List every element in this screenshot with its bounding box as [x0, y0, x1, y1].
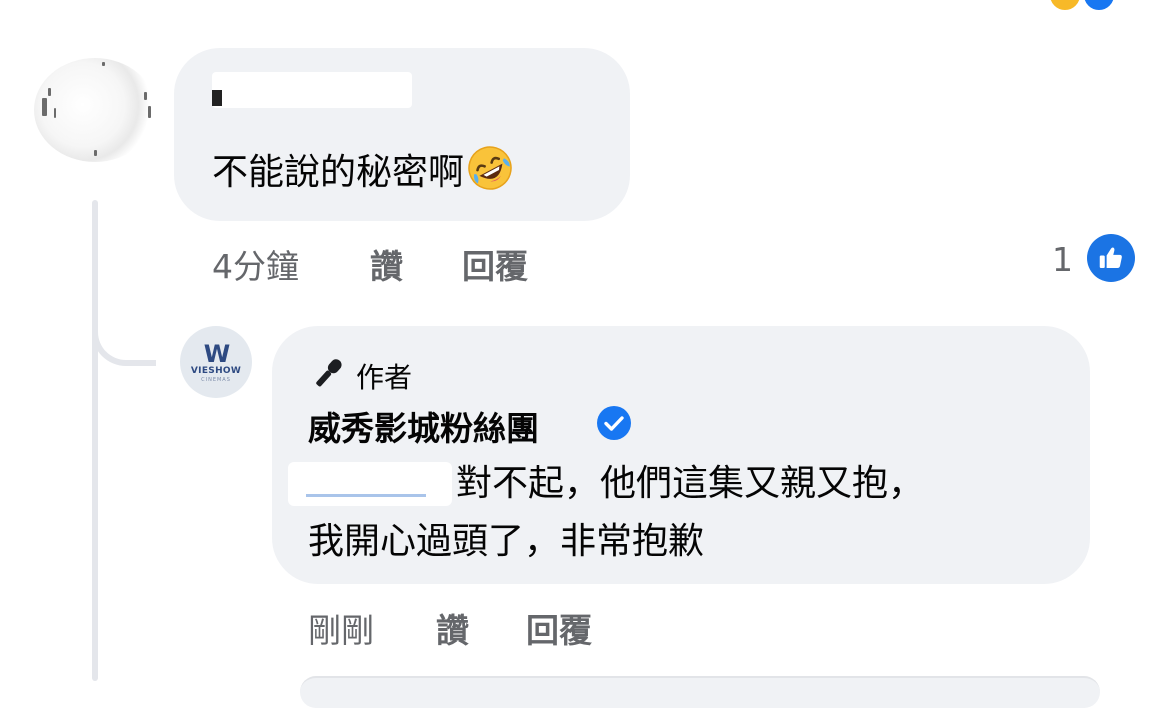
page-avatar[interactable]: W VIESHOW CINEMAS — [180, 326, 252, 398]
avatar-brand-name: VIESHOW — [190, 365, 242, 376]
redacted-mention — [288, 462, 452, 506]
comment-text: 不能說的秘密啊 — [212, 144, 514, 195]
thread-line — [92, 200, 98, 681]
redacted-mention-underline — [306, 494, 426, 497]
commenter-avatar[interactable] — [34, 58, 156, 162]
haha-reaction-icon — [1048, 0, 1082, 12]
like-reaction-icon — [1082, 0, 1116, 12]
reply-like-button[interactable]: 讚 — [436, 604, 469, 652]
vieshow-logo-icon: W — [203, 339, 231, 368]
reply-timestamp[interactable]: 剛剛 — [308, 604, 374, 652]
verified-badge-icon — [597, 406, 631, 440]
microphone-icon — [316, 359, 342, 387]
reaction-count[interactable]: 1 — [1052, 240, 1073, 279]
author-badge: 作者 — [356, 361, 413, 394]
thumbs-up-icon[interactable] — [1087, 234, 1135, 282]
redacted-commenter-name — [212, 72, 412, 108]
redaction-remnant — [212, 90, 222, 106]
comment-timestamp[interactable]: 4分鐘 — [212, 240, 299, 288]
comment-reply-button[interactable]: 回覆 — [462, 240, 528, 288]
thread-connector — [92, 300, 156, 366]
comment-like-button[interactable]: 讚 — [370, 240, 403, 288]
reply-text-line1: 對不起，他們這集又親又抱， — [456, 463, 925, 504]
rofl-emoji-icon — [468, 146, 512, 190]
avatar-brand-sub: CINEMAS — [201, 376, 231, 383]
reply-text-line2: 我開心過頭了，非常抱歉 — [308, 521, 705, 562]
comment-body: 不能說的秘密啊 — [212, 152, 465, 193]
reply-reply-button[interactable]: 回覆 — [526, 604, 592, 652]
page-name-link[interactable]: 威秀影城粉絲團 — [308, 402, 539, 450]
